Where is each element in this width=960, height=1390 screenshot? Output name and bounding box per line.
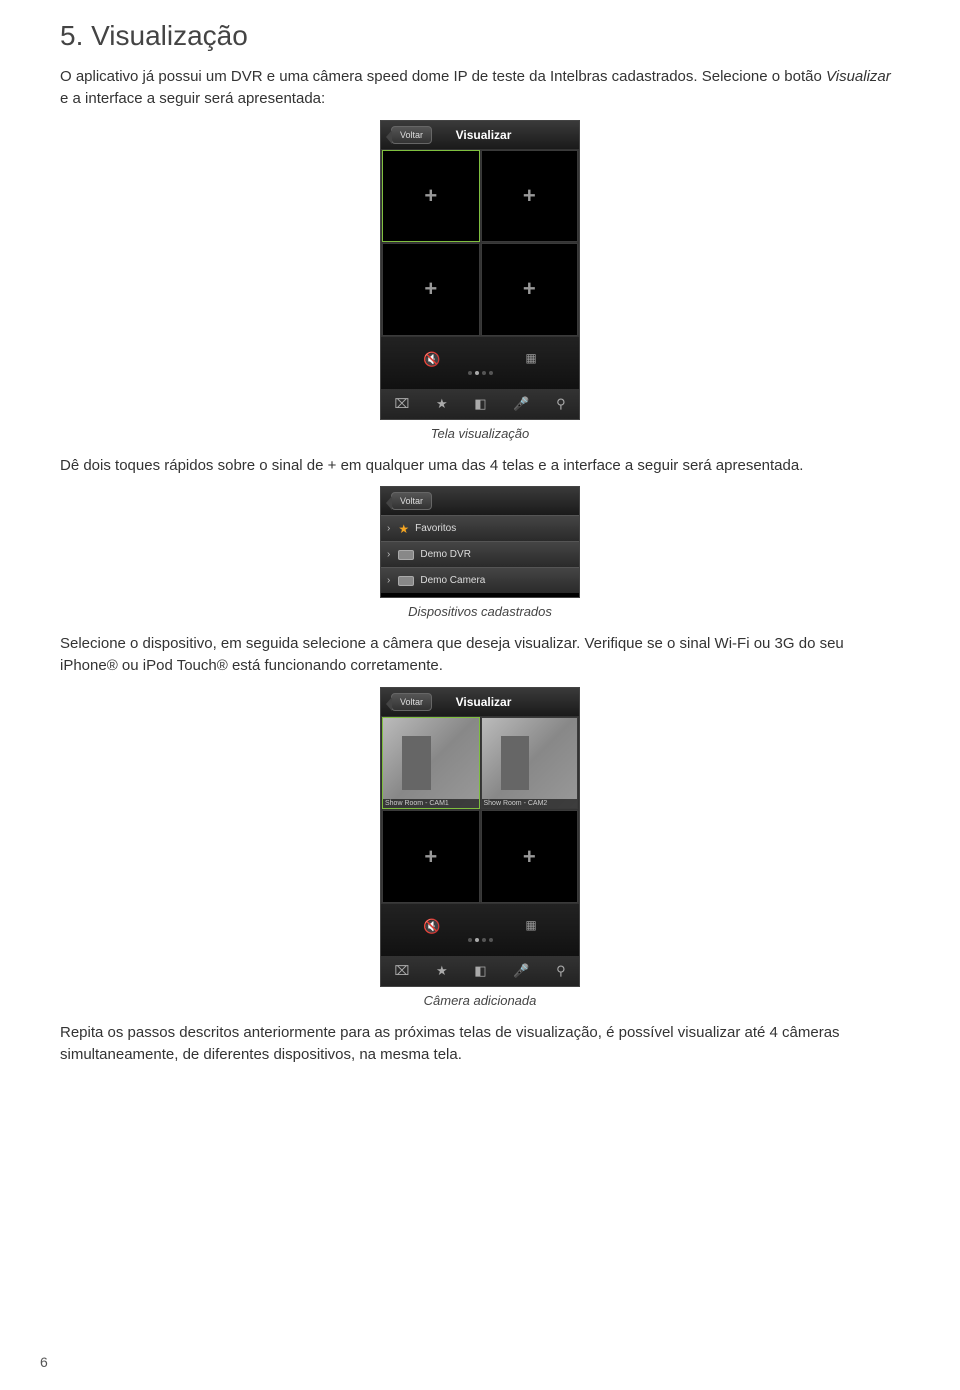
camera-feed (482, 718, 578, 809)
p1-part1: O aplicativo já possui um DVR e uma câme… (60, 68, 826, 85)
paragraph-4: Repita os passos descritos anteriormente… (60, 1022, 900, 1066)
plus-icon: + (523, 276, 536, 302)
paragraph-1: O aplicativo já possui um DVR e uma câme… (60, 66, 900, 110)
camera-feed (383, 718, 479, 809)
screenshot-device-list: Voltar › ★ Favoritos › Demo DVR › Demo C… (380, 486, 580, 598)
device-row-demo-dvr[interactable]: › Demo DVR (381, 541, 579, 567)
screenshot-visualizar-cameras: Voltar Visualizar Show Room - CAM1 Show … (380, 687, 580, 987)
favorite-icon[interactable]: ★ (436, 963, 448, 979)
device-row-demo-camera[interactable]: › Demo Camera (381, 567, 579, 593)
back-button[interactable]: Voltar (391, 126, 432, 144)
caption-2: Dispositivos cadastrados (60, 604, 900, 619)
page-dots (468, 938, 493, 942)
section-heading: 5. Visualização (60, 20, 900, 52)
back-button[interactable]: Voltar (391, 693, 432, 711)
toolbar: ⌧ ★ ◧ 🎤 ⚲ (381, 389, 579, 419)
video-cell-4[interactable]: + (481, 243, 579, 336)
p1-part2: e a interface a seguir será apresentada: (60, 90, 325, 107)
video-cell-3[interactable]: + (382, 810, 480, 903)
page-dots (468, 371, 493, 375)
header-title: Visualizar (432, 128, 535, 142)
plus-icon: + (523, 183, 536, 209)
caption-3: Câmera adicionada (60, 993, 900, 1008)
plus-icon: + (424, 183, 437, 209)
camera-label: Show Room - CAM2 (482, 799, 578, 808)
plus-icon: + (424, 276, 437, 302)
toolbar: ⌧ ★ ◧ 🎤 ⚲ (381, 956, 579, 986)
ptz-icon[interactable]: ⚲ (556, 396, 566, 412)
chevron-down-icon: › (387, 549, 390, 560)
grid-icon[interactable]: ▦ (525, 918, 536, 935)
snapshot-icon[interactable]: ◧ (474, 396, 486, 412)
app-header: Voltar Visualizar (381, 121, 579, 149)
caption-1: Tela visualização (60, 426, 900, 441)
video-cell-1[interactable]: + (382, 150, 480, 243)
chevron-down-icon: › (387, 523, 390, 534)
app-header: Voltar Visualizar (381, 688, 579, 716)
mic-icon[interactable]: 🎤 (513, 963, 529, 979)
video-grid: Show Room - CAM1 Show Room - CAM2 + + (381, 716, 579, 904)
paragraph-3: Selecione o dispositivo, em seguida sele… (60, 633, 900, 677)
grid-icon[interactable]: ▦ (525, 351, 536, 368)
device-label: Demo Camera (420, 575, 485, 586)
dvr-icon (398, 576, 414, 586)
close-camera-icon[interactable]: ⌧ (394, 396, 409, 412)
video-cell-4[interactable]: + (481, 810, 579, 903)
app-header: Voltar (381, 487, 579, 515)
screenshot-visualizar-empty: Voltar Visualizar + + + + 🔇 ▦ ⌧ ★ ◧ 🎤 ⚲ (380, 120, 580, 420)
bottom-bar: 🔇 ▦ (381, 337, 579, 389)
mute-icon[interactable]: 🔇 (423, 351, 440, 368)
video-cell-1[interactable]: Show Room - CAM1 (382, 717, 480, 810)
video-cell-3[interactable]: + (382, 243, 480, 336)
video-cell-2[interactable]: Show Room - CAM2 (481, 717, 579, 810)
favorite-icon[interactable]: ★ (436, 396, 448, 412)
device-label: Favoritos (415, 523, 456, 534)
plus-icon: + (424, 844, 437, 870)
back-button[interactable]: Voltar (391, 492, 432, 510)
device-row-favoritos[interactable]: › ★ Favoritos (381, 515, 579, 541)
dvr-icon (398, 550, 414, 560)
bottom-bar: 🔇 ▦ (381, 904, 579, 956)
close-camera-icon[interactable]: ⌧ (394, 963, 409, 979)
device-label: Demo DVR (420, 549, 471, 560)
mute-icon[interactable]: 🔇 (423, 918, 440, 935)
snapshot-icon[interactable]: ◧ (474, 963, 486, 979)
video-cell-2[interactable]: + (481, 150, 579, 243)
video-grid: + + + + (381, 149, 579, 337)
chevron-down-icon: › (387, 575, 390, 586)
header-title: Visualizar (432, 695, 535, 709)
camera-label: Show Room - CAM1 (383, 799, 479, 808)
ptz-icon[interactable]: ⚲ (556, 963, 566, 979)
plus-icon: + (523, 844, 536, 870)
page-number: 6 (40, 1354, 48, 1370)
mic-icon[interactable]: 🎤 (513, 396, 529, 412)
star-icon: ★ (398, 522, 409, 536)
paragraph-2: Dê dois toques rápidos sobre o sinal de … (60, 455, 900, 477)
p1-italic: Visualizar (826, 68, 891, 85)
